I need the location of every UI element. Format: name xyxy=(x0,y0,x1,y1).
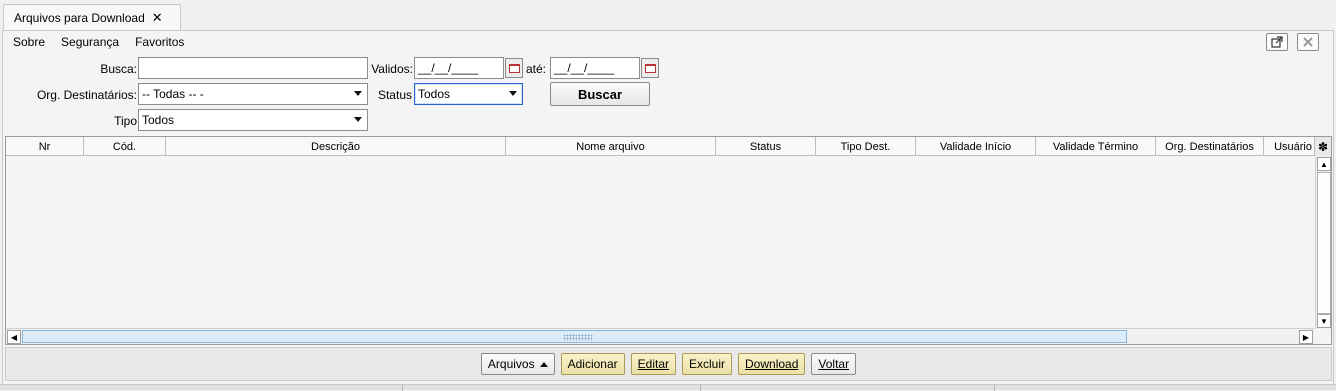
column-header-validade-inicio[interactable]: Validade Início xyxy=(916,137,1036,156)
chevron-up-icon xyxy=(539,361,548,367)
scroll-down-arrow-icon[interactable]: ▼ xyxy=(1317,314,1331,328)
close-icon[interactable] xyxy=(1297,33,1319,51)
horizontal-scroll-thumb[interactable] xyxy=(22,330,1127,343)
menu-item-seguranca[interactable]: Segurança xyxy=(61,35,119,49)
main-window: Sobre Segurança Favoritos Busca: Validos… xyxy=(2,30,1334,390)
voltar-label: Voltar xyxy=(818,357,850,371)
status-separator xyxy=(700,385,701,391)
ate-label: até: xyxy=(525,62,546,76)
adicionar-button[interactable]: Adicionar xyxy=(560,353,625,375)
vertical-scrollbar[interactable]: ▲ ▼ xyxy=(1315,156,1331,329)
arquivos-menu-button[interactable]: Arquivos xyxy=(480,353,555,375)
column-header-nr[interactable]: Nr xyxy=(6,137,84,156)
column-header-tipo-dest[interactable]: Tipo Dest. xyxy=(816,137,916,156)
files-table: Nr Cód. Descrição Nome arquivo Status Ti… xyxy=(5,136,1332,345)
column-header-nome-arquivo[interactable]: Nome arquivo xyxy=(506,137,716,156)
scroll-up-arrow-icon[interactable]: ▲ xyxy=(1317,157,1331,171)
chevron-down-icon xyxy=(354,117,362,122)
status-label: Status xyxy=(377,88,412,102)
menu-item-favoritos[interactable]: Favoritos xyxy=(135,35,184,49)
external-window-icon[interactable] xyxy=(1266,33,1288,51)
busca-input[interactable] xyxy=(138,57,368,79)
status-separator xyxy=(994,385,995,391)
voltar-button[interactable]: Voltar xyxy=(811,353,857,375)
tab-strip: Arquivos para Download ✕ xyxy=(0,0,1336,31)
chevron-down-icon xyxy=(354,91,362,96)
column-settings-gear-icon[interactable]: ✽ xyxy=(1314,137,1331,156)
validos-from-date[interactable]: __/__/____ xyxy=(414,57,504,79)
tipo-value: Todos xyxy=(142,113,175,127)
validos-to-date[interactable]: __/__/____ xyxy=(550,57,640,79)
calendar-to-icon[interactable] xyxy=(641,58,659,78)
editar-label: Editar xyxy=(637,357,669,371)
chevron-down-icon xyxy=(509,91,517,96)
arquivos-label: Arquivos xyxy=(487,357,535,371)
column-header-org-destinatarios[interactable]: Org. Destinatários xyxy=(1156,137,1264,156)
column-header-usuario[interactable]: Usuário xyxy=(1264,137,1314,156)
status-bar xyxy=(0,384,1336,391)
tab-arquivos-para-download[interactable]: Arquivos para Download ✕ xyxy=(3,4,181,31)
excluir-label: Excluir xyxy=(689,357,726,371)
tab-title: Arquivos para Download xyxy=(14,11,145,25)
scroll-right-arrow-icon[interactable]: ▶ xyxy=(1299,330,1313,344)
editar-button[interactable]: Editar xyxy=(630,353,676,375)
column-header-validade-termino[interactable]: Validade Término xyxy=(1036,137,1156,156)
column-header-status[interactable]: Status xyxy=(716,137,816,156)
busca-label: Busca: xyxy=(100,62,137,76)
footer-toolbar: Arquivos Adicionar Editar Excluir Downlo… xyxy=(5,347,1332,381)
menu-item-sobre[interactable]: Sobre xyxy=(13,35,45,49)
tab-close-icon[interactable]: ✕ xyxy=(152,10,163,26)
download-button[interactable]: Download xyxy=(738,353,806,375)
status-separator xyxy=(402,385,403,391)
vertical-scroll-thumb[interactable] xyxy=(1317,172,1331,314)
horizontal-scrollbar[interactable]: ◀ ▶ xyxy=(6,328,1314,344)
buscar-button[interactable]: Buscar xyxy=(550,82,650,106)
grip-icon xyxy=(563,334,593,341)
status-value: Todos xyxy=(418,87,451,101)
org-destinatarios-value: -- Todas -- - xyxy=(142,87,204,101)
menu-bar: Sobre Segurança Favoritos xyxy=(3,31,1333,53)
table-header: Nr Cód. Descrição Nome arquivo Status Ti… xyxy=(6,137,1314,156)
validos-label: Validos: xyxy=(371,62,413,76)
tipo-label: Tipo xyxy=(114,114,137,128)
tipo-select[interactable]: Todos xyxy=(138,109,368,131)
column-header-descricao[interactable]: Descrição xyxy=(166,137,506,156)
status-select[interactable]: Todos xyxy=(414,83,523,105)
excluir-button[interactable]: Excluir xyxy=(682,353,733,375)
column-header-cod[interactable]: Cód. xyxy=(84,137,166,156)
org-destinatarios-select[interactable]: -- Todas -- - xyxy=(138,83,368,105)
download-label: Download xyxy=(745,357,799,371)
scroll-left-arrow-icon[interactable]: ◀ xyxy=(7,330,21,344)
org-destinatarios-label: Org. Destinatários: xyxy=(36,88,137,102)
calendar-from-icon[interactable] xyxy=(505,58,523,78)
